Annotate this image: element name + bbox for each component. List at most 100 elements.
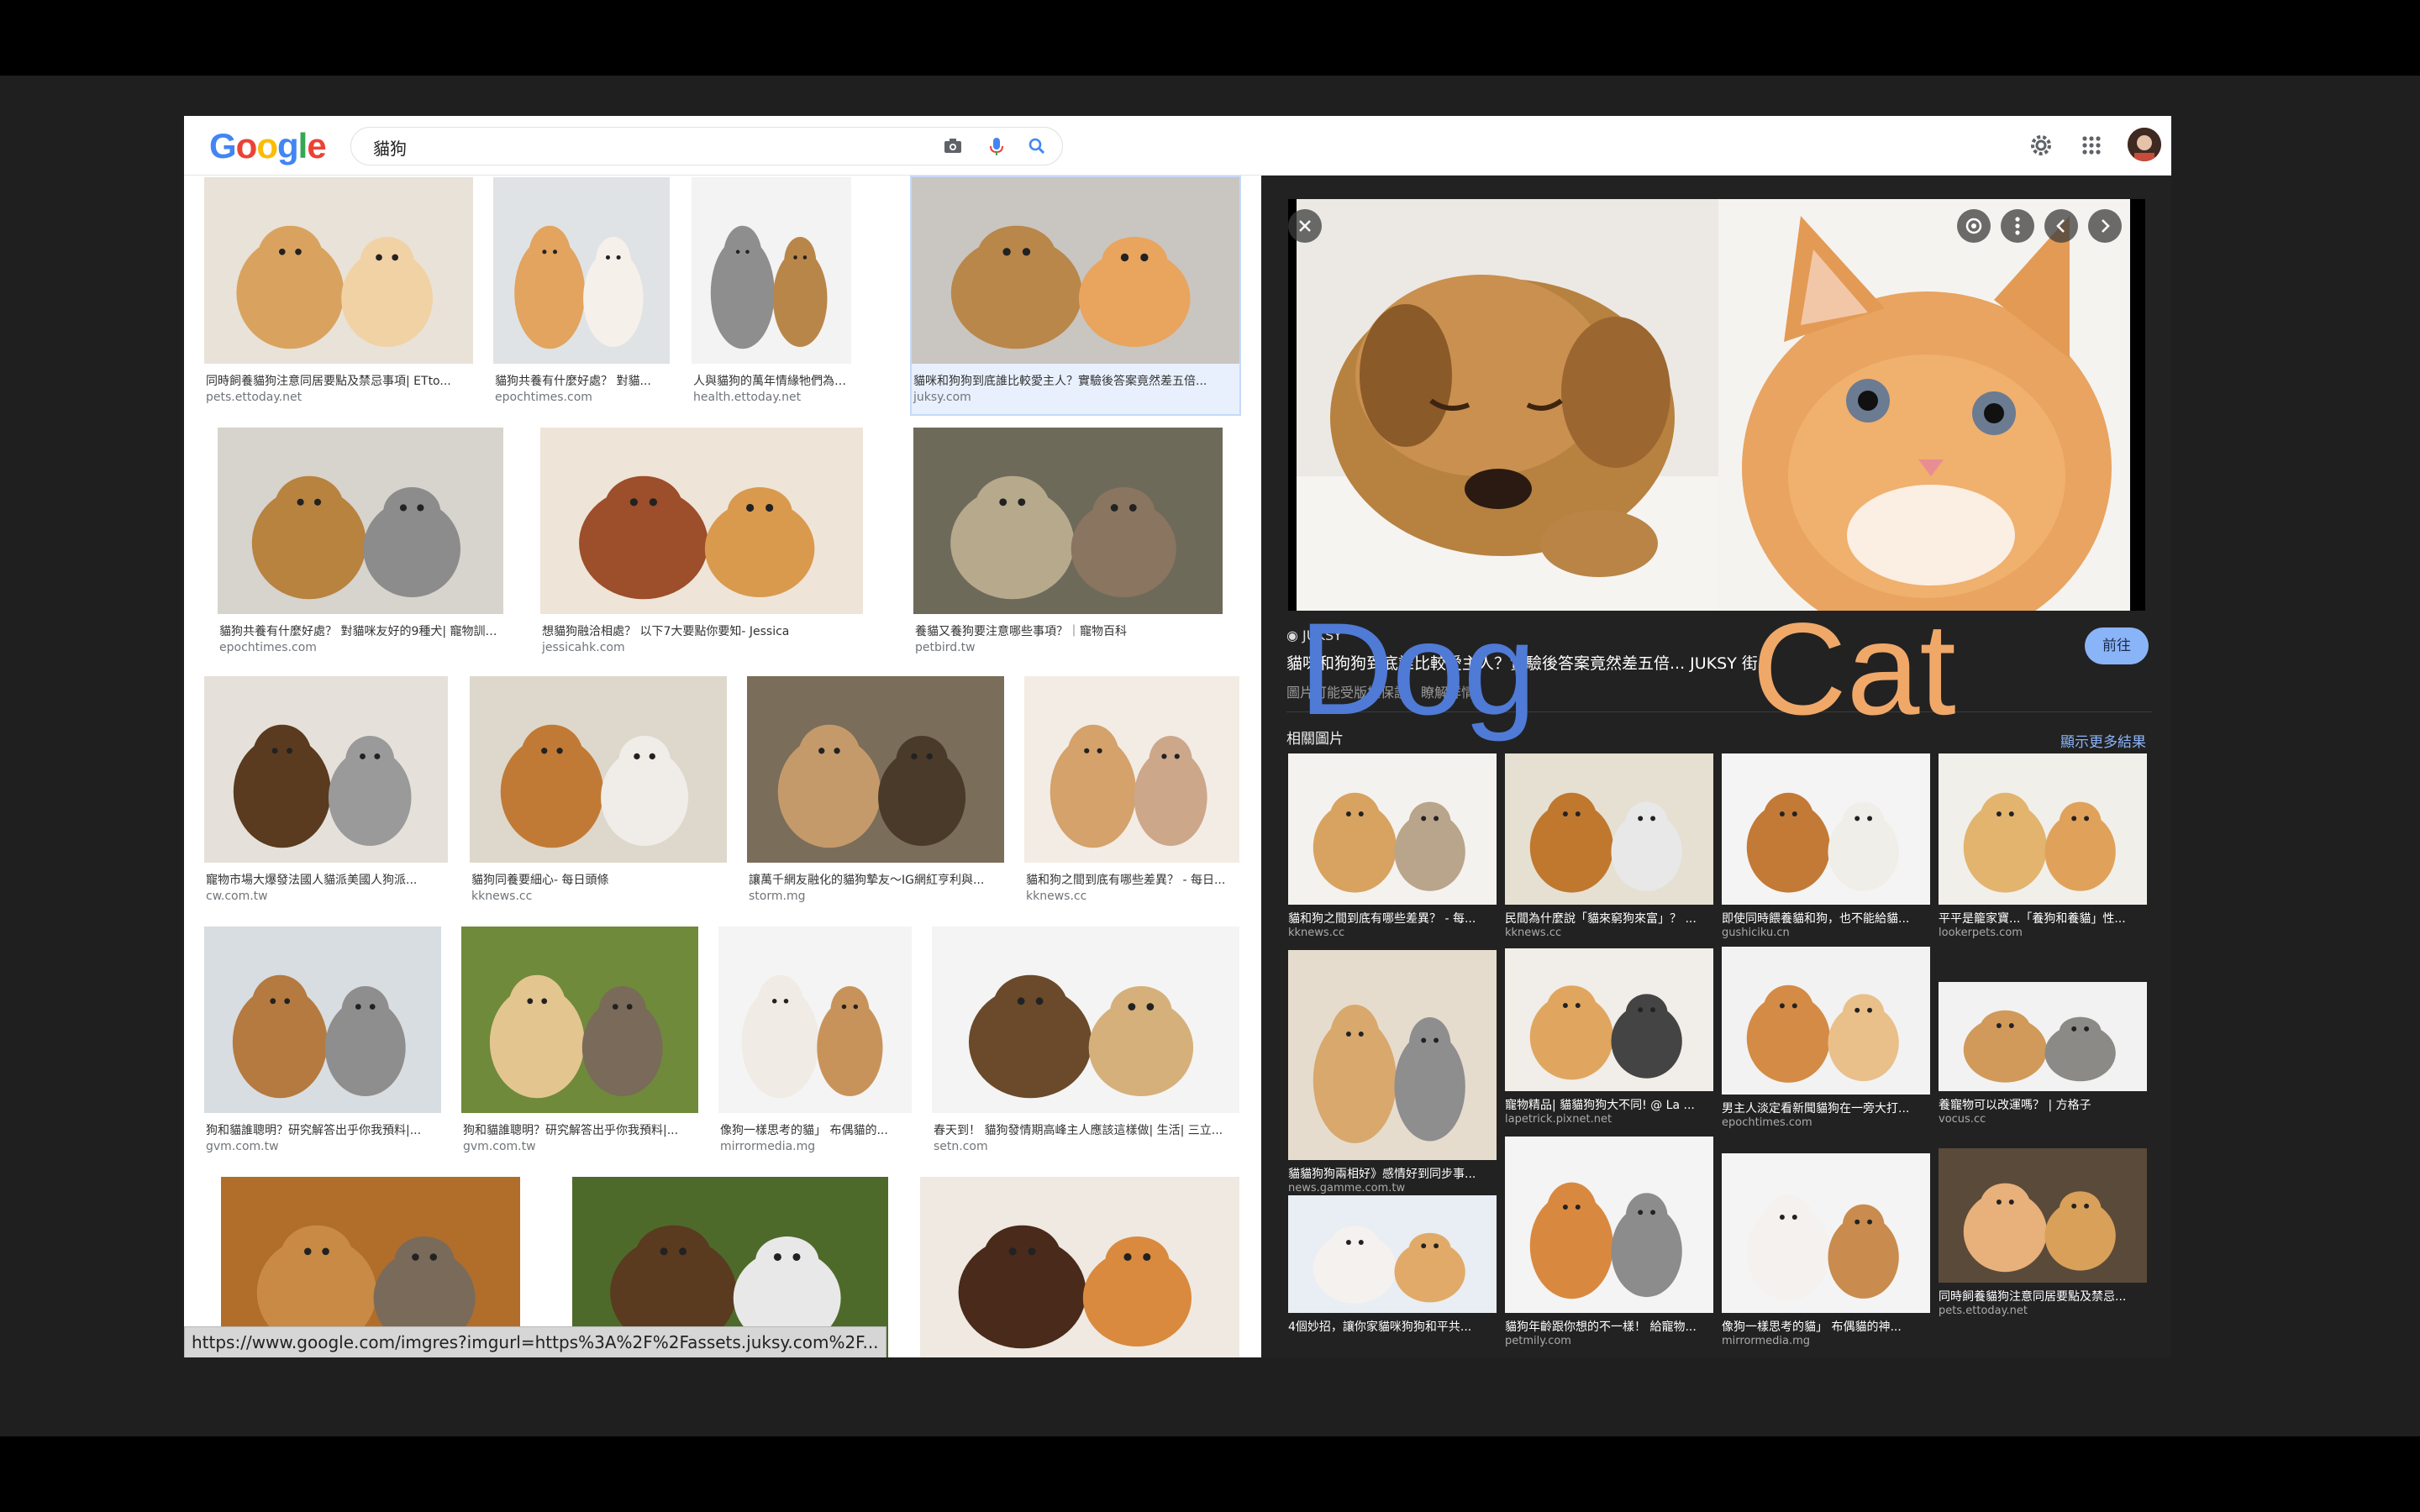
- more-options-icon[interactable]: [2001, 209, 2034, 243]
- result-title[interactable]: 貓咪和狗狗到底誰比較愛主人？實驗後答案竟然差五倍...: [913, 372, 1238, 389]
- image-result-card[interactable]: 像狗一樣思考的貓」 布偶貓的... mirrormedia.mg: [718, 927, 912, 1163]
- result-thumbnail[interactable]: [718, 927, 912, 1116]
- result-title[interactable]: 想貓狗融洽相處？ 以下7大要點你要知- Jessica: [542, 622, 861, 639]
- search-input[interactable]: [371, 134, 879, 160]
- related-thumbnail[interactable]: [1505, 948, 1713, 1095]
- image-result-card[interactable]: 貓咪和狗狗到底誰比較愛主人？實驗後答案竟然差五倍... juksy.com: [910, 176, 1241, 416]
- result-title[interactable]: 養貓又養狗要注意哪些事項？｜寵物百科: [915, 622, 1221, 639]
- related-thumbnail[interactable]: [1505, 1137, 1713, 1316]
- google-logo[interactable]: Google: [209, 126, 327, 166]
- preview-image[interactable]: [1288, 199, 2145, 644]
- result-title[interactable]: 春天到！ 貓狗發情期高峰主人應該這樣做| 生活| 三立...: [934, 1121, 1238, 1138]
- related-title[interactable]: 4個妙招，讓你家貓咪狗狗和平共...: [1288, 1318, 1497, 1335]
- related-image-card[interactable]: 同時飼養貓狗注意同居要點及禁忌... pets.ettoday.net: [1939, 1148, 2147, 1321]
- related-image-card[interactable]: 像狗一樣思考的貓」 布偶貓的神... mirrormedia.mg: [1722, 1153, 1930, 1352]
- image-result-card[interactable]: 人與貓狗的萬年情緣牠們為何是... health.ettoday.net: [692, 177, 851, 414]
- result-thumbnail[interactable]: [912, 177, 1239, 367]
- related-thumbnail[interactable]: [1722, 947, 1930, 1098]
- related-title[interactable]: 寵物精品| 貓貓狗狗大不同! @ La ...: [1505, 1096, 1713, 1113]
- image-result-card[interactable]: 寵物市場大爆發法國人貓派美國人狗派... cw.com.tw: [204, 676, 448, 913]
- result-thumbnail[interactable]: [913, 428, 1223, 617]
- related-title[interactable]: 養寵物可以改運嗎？ | 方格子: [1939, 1096, 2147, 1113]
- image-result-card[interactable]: [920, 1177, 1239, 1357]
- related-title[interactable]: 即使同時餵養貓和狗，也不能給貓...: [1722, 910, 1930, 927]
- related-image-card[interactable]: 民間為什麼說「貓來窮狗來富」？ ... kknews.cc: [1505, 753, 1713, 943]
- result-thumbnail[interactable]: [692, 177, 851, 367]
- next-image-icon[interactable]: [2088, 209, 2122, 243]
- result-thumbnail[interactable]: [204, 927, 441, 1116]
- result-thumbnail[interactable]: [470, 676, 727, 866]
- image-result-card[interactable]: 貓狗共養有什麼好處？ 對貓... epochtimes.com: [493, 177, 670, 414]
- related-thumbnail[interactable]: [1939, 1148, 2147, 1286]
- related-image-card[interactable]: 4個妙招，讓你家貓咪狗狗和平共...: [1288, 1195, 1497, 1352]
- related-image-card[interactable]: 貓貓狗狗兩相好》感情好到同步事... news.gamme.com.tw: [1288, 950, 1497, 1199]
- related-title[interactable]: 貓貓狗狗兩相好》感情好到同步事...: [1288, 1165, 1497, 1182]
- related-image-card[interactable]: 寵物精品| 貓貓狗狗大不同! @ La ... lapetrick.pixnet.…: [1505, 948, 1713, 1130]
- camera-icon[interactable]: [941, 134, 965, 158]
- related-thumbnail[interactable]: [1288, 950, 1497, 1163]
- result-thumbnail[interactable]: [540, 428, 863, 617]
- image-result-card[interactable]: 貓狗同養要細心- 每日頭條 kknews.cc: [470, 676, 727, 913]
- related-image-card[interactable]: 貓狗年齡跟你想的不一樣！ 給寵物... petmily.com: [1505, 1137, 1713, 1352]
- result-title[interactable]: 貓狗共養有什麼好處？ 對貓咪友好的9種犬| 寵物訓練|...: [219, 622, 502, 639]
- result-thumbnail[interactable]: [920, 1177, 1239, 1357]
- related-image-card[interactable]: 男主人淡定看新聞貓狗在一旁大打... epochtimes.com: [1722, 947, 1930, 1133]
- related-image-card[interactable]: 貓和狗之間到底有哪些差異？ - 每... kknews.cc: [1288, 753, 1497, 943]
- result-title[interactable]: 貓狗同養要細心- 每日頭條: [471, 871, 725, 888]
- image-result-card[interactable]: 狗和貓誰聰明？研究解答出乎你我預料|... gvm.com.tw: [461, 927, 698, 1163]
- show-more-results-link[interactable]: 顯示更多結果: [2060, 730, 2146, 751]
- visit-button[interactable]: 前往: [2085, 627, 2149, 664]
- previous-image-icon[interactable]: [2044, 209, 2078, 243]
- image-result-card[interactable]: 讓萬千網友融化的貓狗摯友～IG網紅亨利與... storm.mg: [747, 676, 1004, 913]
- result-title[interactable]: 狗和貓誰聰明？研究解答出乎你我預料|...: [463, 1121, 697, 1138]
- image-result-card[interactable]: 想貓狗融洽相處？ 以下7大要點你要知- Jessica jessicahk.com: [540, 428, 863, 664]
- search-box[interactable]: [350, 127, 1063, 165]
- result-thumbnail[interactable]: [493, 177, 670, 367]
- image-result-card[interactable]: 貓狗共養有什麼好處？ 對貓咪友好的9種犬| 寵物訓練|... epochtimes…: [218, 428, 503, 664]
- image-result-card[interactable]: 春天到！ 貓狗發情期高峰主人應該這樣做| 生活| 三立... setn.com: [932, 927, 1239, 1163]
- image-result-card[interactable]: 貓和狗之間到底有哪些差異？ - 每日... kknews.cc: [1024, 676, 1239, 913]
- related-title[interactable]: 民間為什麼說「貓來窮狗來富」？ ...: [1505, 910, 1713, 927]
- related-image-card[interactable]: 即使同時餵養貓和狗，也不能給貓... gushiciku.cn: [1722, 753, 1930, 943]
- related-image-card[interactable]: 養寵物可以改運嗎？ | 方格子 vocus.cc: [1939, 982, 2147, 1130]
- related-title[interactable]: 貓和狗之間到底有哪些差異？ - 每...: [1288, 910, 1497, 927]
- result-title[interactable]: 貓狗共養有什麼好處？ 對貓...: [495, 372, 668, 389]
- related-thumbnail[interactable]: [1288, 753, 1497, 908]
- result-thumbnail[interactable]: [747, 676, 1004, 866]
- close-icon[interactable]: [1288, 209, 1322, 243]
- lens-icon[interactable]: [1957, 209, 1991, 243]
- search-icon[interactable]: [1025, 134, 1049, 158]
- related-image-card[interactable]: 平平是籠家寶...「養狗和養貓」性... lookerpets.com: [1939, 753, 2147, 943]
- related-title[interactable]: 貓狗年齡跟你想的不一樣！ 給寵物...: [1505, 1318, 1713, 1335]
- image-result-card[interactable]: 同時飼養貓狗注意同居要點及禁忌事項| ETto... pets.ettoday.n…: [204, 177, 473, 414]
- related-title[interactable]: 平平是籠家寶...「養狗和養貓」性...: [1939, 910, 2147, 927]
- result-thumbnail[interactable]: [218, 428, 503, 617]
- result-title[interactable]: 人與貓狗的萬年情緣牠們為何是...: [693, 372, 850, 389]
- account-avatar[interactable]: [2128, 128, 2161, 161]
- related-thumbnail[interactable]: [1939, 982, 2147, 1095]
- result-thumbnail[interactable]: [1024, 676, 1239, 866]
- apps-grid-icon[interactable]: [2075, 129, 2108, 162]
- result-thumbnail[interactable]: [461, 927, 698, 1116]
- related-title[interactable]: 男主人淡定看新聞貓狗在一旁大打...: [1722, 1100, 1930, 1116]
- related-thumbnail[interactable]: [1722, 1153, 1930, 1316]
- settings-gear-icon[interactable]: [2024, 129, 2058, 162]
- related-thumbnail[interactable]: [1939, 753, 2147, 908]
- result-title[interactable]: 像狗一樣思考的貓」 布偶貓的...: [720, 1121, 910, 1138]
- microphone-icon[interactable]: [985, 134, 1008, 158]
- image-result-card[interactable]: 狗和貓誰聰明？研究解答出乎你我預料|... gvm.com.tw: [204, 927, 441, 1163]
- related-thumbnail[interactable]: [1505, 753, 1713, 908]
- related-title[interactable]: 同時飼養貓狗注意同居要點及禁忌...: [1939, 1288, 2147, 1305]
- result-title[interactable]: 讓萬千網友融化的貓狗摯友～IG網紅亨利與...: [749, 871, 1002, 888]
- result-thumbnail[interactable]: [932, 927, 1239, 1116]
- related-thumbnail[interactable]: [1288, 1195, 1497, 1316]
- related-thumbnail[interactable]: [1722, 753, 1930, 908]
- related-title[interactable]: 像狗一樣思考的貓」 布偶貓的神...: [1722, 1318, 1930, 1335]
- result-thumbnail[interactable]: [204, 676, 448, 866]
- image-result-card[interactable]: 養貓又養狗要注意哪些事項？｜寵物百科 petbird.tw: [913, 428, 1223, 664]
- result-title[interactable]: 同時飼養貓狗注意同居要點及禁忌事項| ETto...: [206, 372, 471, 389]
- result-thumbnail[interactable]: [204, 177, 473, 367]
- result-title[interactable]: 寵物市場大爆發法國人貓派美國人狗派...: [206, 871, 446, 888]
- result-title[interactable]: 貓和狗之間到底有哪些差異？ - 每日...: [1026, 871, 1238, 888]
- result-title[interactable]: 狗和貓誰聰明？研究解答出乎你我預料|...: [206, 1121, 439, 1138]
